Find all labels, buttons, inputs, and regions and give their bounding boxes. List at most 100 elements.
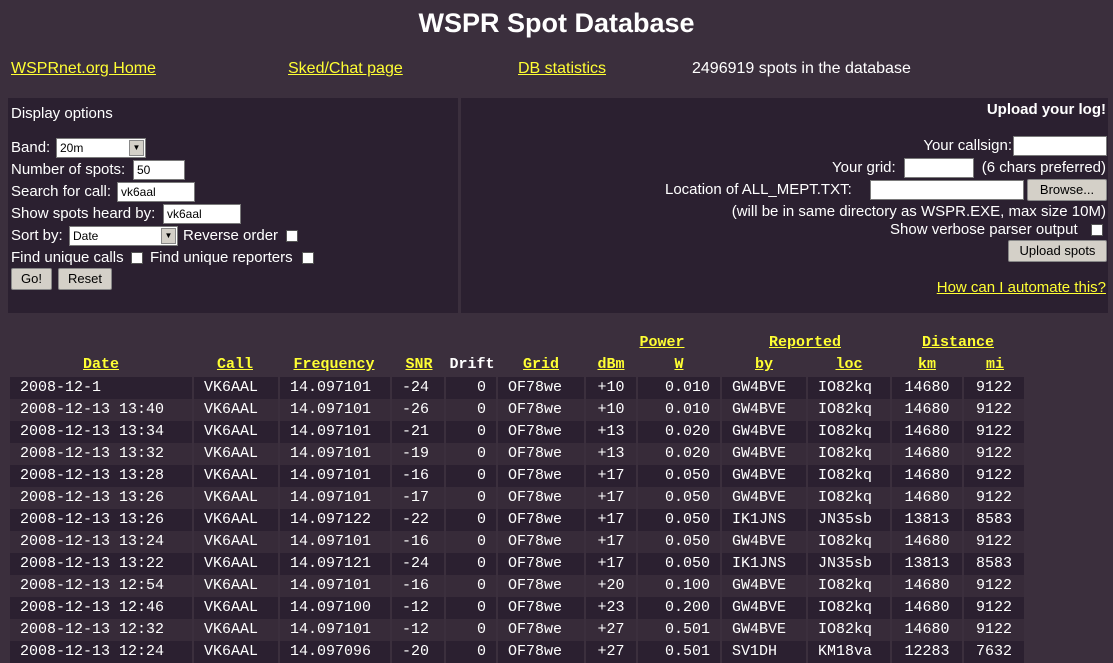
by-cell: GW4BVE <box>722 443 808 465</box>
sort-value: Date <box>73 229 99 243</box>
reset-button[interactable]: Reset <box>58 268 112 290</box>
frequency-header[interactable]: Frequency <box>280 356 388 373</box>
upload-title: Upload your log! <box>986 101 1106 118</box>
band-select[interactable]: 20m ▼ <box>56 138 146 158</box>
loc-header[interactable]: loc <box>808 356 890 373</box>
unique-reporters-checkbox[interactable] <box>302 252 314 264</box>
frequency-cell: 14.097101 <box>280 619 392 641</box>
date-cell: 2008-12-13 13:32 <box>10 443 194 465</box>
frequency-cell: 14.097101 <box>280 443 392 465</box>
mi-header[interactable]: mi <box>964 356 1026 373</box>
date-cell: 2008-12-13 13:26 <box>10 509 194 531</box>
drift-cell: 0 <box>446 531 498 553</box>
date-cell: 2008-12-13 13:24 <box>10 531 194 553</box>
snr-cell: -21 <box>392 421 446 443</box>
location-input[interactable] <box>870 180 1024 200</box>
reverse-order-label: Reverse order <box>183 227 279 244</box>
upload-panel: Upload your log! Your callsign: Your gri… <box>461 98 1108 313</box>
mi-cell: 9122 <box>964 399 1026 421</box>
call-cell: VK6AAL <box>194 421 280 443</box>
w-cell: 0.010 <box>638 377 722 399</box>
date-header[interactable]: Date <box>10 356 192 373</box>
date-cell: 2008-12-13 13:28 <box>10 465 194 487</box>
km-cell: 13813 <box>892 509 964 531</box>
db-statistics-link[interactable]: DB statistics <box>518 60 606 78</box>
verbose-checkbox[interactable] <box>1091 224 1103 236</box>
snr-cell: -16 <box>392 575 446 597</box>
drift-cell: 0 <box>446 597 498 619</box>
snr-cell: -16 <box>392 465 446 487</box>
table-row: 2008-12-13 12:54 VK6AAL 14.097101 -16 0 OF78w… <box>10 575 1026 597</box>
drift-cell: 0 <box>446 377 498 399</box>
num-spots-input[interactable]: 50 <box>133 160 185 180</box>
reverse-order-checkbox[interactable] <box>286 230 298 242</box>
by-cell: IK1JNS <box>722 509 808 531</box>
callsign-input[interactable] <box>1013 136 1107 156</box>
table-row: 2008-12-13 13:22 VK6AAL 14.097121 -24 0 OF78w… <box>10 553 1026 575</box>
grid-cell: OF78we <box>498 487 586 509</box>
loc-cell: JN35sb <box>808 553 892 575</box>
snr-cell: -12 <box>392 597 446 619</box>
by-cell: GW4BVE <box>722 597 808 619</box>
snr-header[interactable]: SNR <box>392 356 446 373</box>
frequency-cell: 14.097101 <box>280 531 392 553</box>
by-header[interactable]: by <box>722 356 806 373</box>
grid-cell: OF78we <box>498 575 586 597</box>
table-row: 2008-12-13 13:40 VK6AAL 14.097101 -26 0 OF78w… <box>10 399 1026 421</box>
table-row: 2008-12-13 12:24 VK6AAL 14.097096 -20 0 OF78w… <box>10 641 1026 663</box>
dbm-cell: +23 <box>586 597 638 619</box>
mi-cell: 7632 <box>964 641 1026 663</box>
drift-cell: 0 <box>446 509 498 531</box>
table-row: 2008-12-13 13:24 VK6AAL 14.097101 -16 0 OF78w… <box>10 531 1026 553</box>
sort-select[interactable]: Date ▼ <box>69 226 178 246</box>
upload-note: (will be in same directory as WSPR.EXE, … <box>731 203 1106 220</box>
w-cell: 0.050 <box>638 531 722 553</box>
search-call-input[interactable]: vk6aal <box>117 182 195 202</box>
mi-cell: 8583 <box>964 553 1026 575</box>
date-cell: 2008-12-13 13:26 <box>10 487 194 509</box>
sked-chat-link[interactable]: Sked/Chat page <box>288 60 403 78</box>
dbm-cell: +17 <box>586 553 638 575</box>
sort-label: Sort by: <box>11 227 63 244</box>
by-cell: GW4BVE <box>722 399 808 421</box>
km-cell: 14680 <box>892 399 964 421</box>
by-cell: GW4BVE <box>722 465 808 487</box>
heard-by-input[interactable]: vk6aal <box>163 204 241 224</box>
dbm-header[interactable]: dBm <box>586 356 636 373</box>
call-cell: VK6AAL <box>194 575 280 597</box>
grid-cell: OF78we <box>498 399 586 421</box>
w-header[interactable]: W <box>638 356 720 373</box>
km-cell: 14680 <box>892 487 964 509</box>
table-row: 2008-12-13 13:32 VK6AAL 14.097101 -19 0 OF78w… <box>10 443 1026 465</box>
unique-reporters-label: Find unique reporters <box>150 249 293 266</box>
grid-header[interactable]: Grid <box>498 356 584 373</box>
km-header[interactable]: km <box>892 356 962 373</box>
automate-link[interactable]: How can I automate this? <box>937 279 1106 296</box>
mi-cell: 9122 <box>964 421 1026 443</box>
drift-cell: 0 <box>446 465 498 487</box>
grid-cell: OF78we <box>498 377 586 399</box>
distance-group-header[interactable]: Distance <box>896 334 1020 351</box>
call-header[interactable]: Call <box>194 356 276 373</box>
upload-spots-button[interactable]: Upload spots <box>1008 240 1107 262</box>
frequency-cell: 14.097096 <box>280 641 392 663</box>
date-cell: 2008-12-13 12:24 <box>10 641 194 663</box>
reported-group-header[interactable]: Reported <box>730 334 880 351</box>
browse-button[interactable]: Browse... <box>1027 179 1107 201</box>
grid-cell: OF78we <box>498 553 586 575</box>
grid-input[interactable] <box>904 158 974 178</box>
call-cell: VK6AAL <box>194 531 280 553</box>
frequency-cell: 14.097100 <box>280 597 392 619</box>
by-cell: GW4BVE <box>722 487 808 509</box>
display-options-panel: Display options Band: 20m ▼ Number of sp… <box>8 98 458 313</box>
home-link[interactable]: WSPRnet.org Home <box>11 60 156 78</box>
power-group-header[interactable]: Power <box>596 334 728 351</box>
loc-cell: KM18va <box>808 641 892 663</box>
w-cell: 0.020 <box>638 443 722 465</box>
location-label: Location of ALL_MEPT.TXT: <box>665 181 852 198</box>
by-cell: SV1DH <box>722 641 808 663</box>
loc-cell: IO82kq <box>808 399 892 421</box>
go-button[interactable]: Go! <box>11 268 52 290</box>
drift-cell: 0 <box>446 575 498 597</box>
unique-calls-checkbox[interactable] <box>131 252 143 264</box>
